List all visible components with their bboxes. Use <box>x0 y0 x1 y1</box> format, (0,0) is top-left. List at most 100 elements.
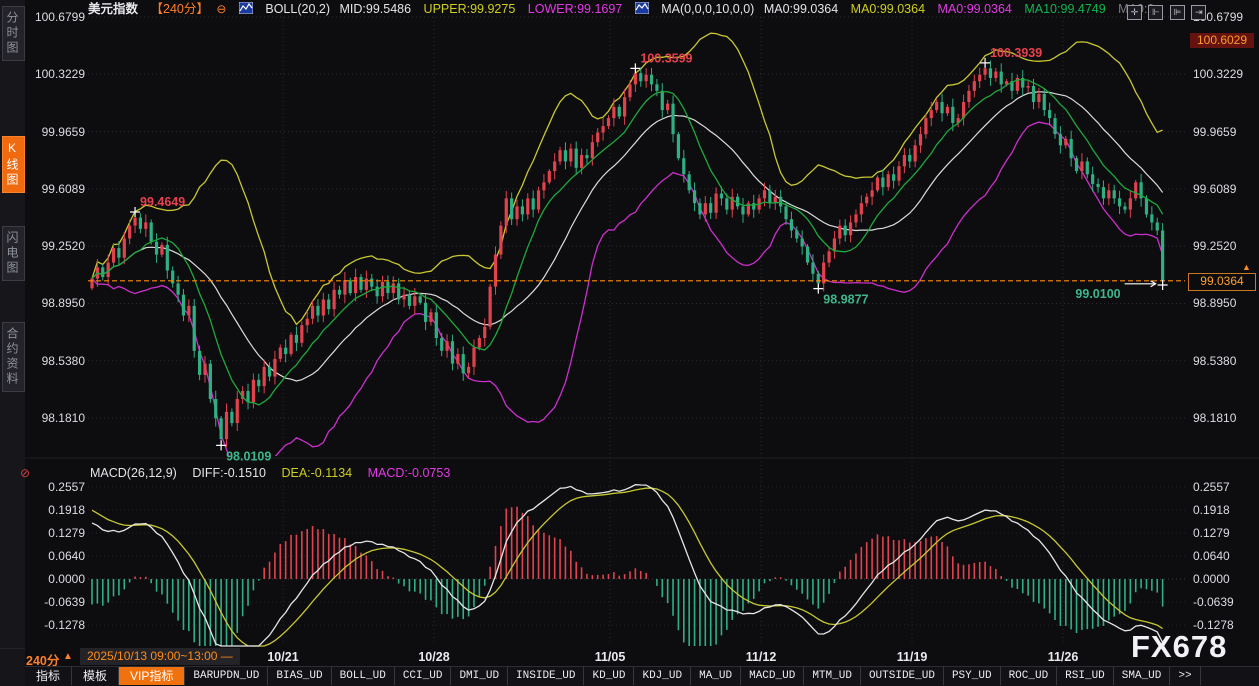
price-axis-label-right-1: 100.3229 <box>1193 67 1255 81</box>
price-axis-label-right-7: 98.1810 <box>1193 411 1255 425</box>
indicator-tab-4[interactable]: BIAS_UD <box>268 667 331 685</box>
macd-axis-label-left-3: 0.0640 <box>28 549 85 563</box>
macd-axis-label-right-5: -0.0639 <box>1193 595 1255 609</box>
macd-panel-icon[interactable]: ⊘ <box>20 466 30 480</box>
x-axis-date-4: 11/19 <box>897 650 928 664</box>
indicator-tab-17[interactable]: RSI_UD <box>1057 667 1114 685</box>
price-annotation-99.0100: 99.0100 <box>1075 287 1120 301</box>
price-annotation-99.4649: 99.4649 <box>140 195 185 209</box>
price-axis-label-left-1: 100.3229 <box>28 67 85 81</box>
macd-axis-label-left-0: 0.2557 <box>28 480 85 494</box>
macd-header: MACD(26,12,9) DIFF:-0.1510 DEA:-0.1134 M… <box>90 466 462 480</box>
period-up-arrow-icon[interactable]: ▲ <box>63 651 73 662</box>
macd-axis-label-left-6: -0.1278 <box>28 618 85 632</box>
indicator-tab-0[interactable]: 指标 <box>25 667 72 685</box>
pane-shift-icon[interactable]: ⇥ <box>1191 5 1206 20</box>
boll-indicator-icon <box>239 2 253 14</box>
indicator-tab-16[interactable]: ROC_UD <box>1001 667 1058 685</box>
collapse-icon[interactable]: ⊖ <box>216 2 226 16</box>
x-axis-date-1: 10/28 <box>418 650 449 664</box>
ma0-value-3: MA0:99.0364 <box>938 2 1012 16</box>
macd-macd-value: MACD:-0.0753 <box>368 466 451 480</box>
chart-toolbar-icons: ✛ ⊩ ⊫ ⇥ <box>1127 2 1208 20</box>
price-axis-label-right-5: 98.8950 <box>1193 296 1255 310</box>
indicator-tab-19[interactable]: >> <box>1170 667 1200 685</box>
x-axis-date-5: 11/26 <box>1048 650 1079 664</box>
left-sidebar: 分时图 K线图闪电图合约资料 <box>0 0 25 648</box>
indicator-tab-15[interactable]: PSY_UD <box>944 667 1001 685</box>
price-axis-label-left-3: 99.6089 <box>28 182 85 196</box>
price-axis-label-left-4: 99.2520 <box>28 239 85 253</box>
price-axis-label-right-4: 99.2520 <box>1193 239 1255 253</box>
date-axis-row: 240分 ▲ 2025/10/13 09:00~13:00 — 10/2110/… <box>0 648 1259 666</box>
macd-axis-label-left-5: -0.0639 <box>28 595 85 609</box>
boll-label: BOLL(20,2) <box>265 2 330 16</box>
price-axis-label-left-0: 100.6799 <box>28 10 85 24</box>
indicator-tab-bar: 指标模板VIP指标BARUPDN_UDBIAS_UDBOLL_UDCCI_UDD… <box>25 666 1259 686</box>
boll-upper-value: UPPER:99.9275 <box>424 2 516 16</box>
indicator-header: 美元指数 【240分】 ⊖ BOLL(20,2) MID:99.5486 UPP… <box>88 1 1163 17</box>
period-label: 【240分】 <box>151 2 209 16</box>
indicator-tab-6[interactable]: CCI_UD <box>395 667 452 685</box>
x-axis-date-2: 11/05 <box>595 650 626 664</box>
axis-right-icon[interactable]: ⊫ <box>1170 5 1185 20</box>
price-axis-label-right-3: 99.6089 <box>1193 182 1255 196</box>
indicator-tab-2[interactable]: VIP指标 <box>119 667 185 685</box>
macd-dea-value: DEA:-0.1134 <box>281 466 352 480</box>
price-axis-label-left-7: 98.1810 <box>28 411 85 425</box>
price-annotation-98.0109: 98.0109 <box>226 449 271 463</box>
indicator-tab-11[interactable]: MA_UD <box>691 667 741 685</box>
chart-application: 分时图 K线图闪电图合约资料 美元指数 【240分】 ⊖ BOLL(20,2) M… <box>0 0 1259 685</box>
session-high-badge: 100.6029 <box>1190 33 1254 48</box>
price-up-arrow-icon: ▲ <box>1242 262 1251 272</box>
boll-mid-value: MID:99.5486 <box>339 2 411 16</box>
ma-label: MA(0,0,0,10,0,0) <box>661 2 754 16</box>
indicator-tab-10[interactable]: KDJ_UD <box>634 667 691 685</box>
macd-axis-label-right-3: 0.0640 <box>1193 549 1255 563</box>
macd-axis-label-left-4: 0.0000 <box>28 572 85 586</box>
price-axis-label-left-6: 98.5380 <box>28 354 85 368</box>
sidebar-item-0[interactable]: 分时图 <box>2 6 25 61</box>
macd-axis-label-right-4: 0.0000 <box>1193 572 1255 586</box>
ma10-value: MA10:99.4749 <box>1024 2 1105 16</box>
macd-axis-label-right-1: 0.1918 <box>1193 503 1255 517</box>
symbol-name: 美元指数 <box>88 2 138 16</box>
price-annotation-100.3939: 100.3939 <box>990 46 1042 60</box>
session-range-box[interactable]: 2025/10/13 09:00~13:00 — <box>80 648 240 665</box>
indicator-tab-5[interactable]: BOLL_UD <box>332 667 395 685</box>
ma-indicator-icon <box>635 2 649 14</box>
price-axis-label-left-5: 98.8950 <box>28 296 85 310</box>
axis-left-icon[interactable]: ⊩ <box>1148 5 1163 20</box>
price-axis-label-right-2: 99.9659 <box>1193 125 1255 139</box>
price-annotation-98.9877: 98.9877 <box>823 293 868 307</box>
sidebar-item-2[interactable]: 闪电图 <box>2 226 25 281</box>
x-axis-date-0: 10/21 <box>267 650 298 664</box>
indicator-tab-14[interactable]: OUTSIDE_UD <box>861 667 944 685</box>
price-chart-svg[interactable]: 99.4649 98.0109 100.3599 98.9877 100.3939 99.… <box>0 0 1259 648</box>
indicator-tab-1[interactable]: 模板 <box>72 667 119 685</box>
boll-lower-value: LOWER:99.1697 <box>528 2 623 16</box>
indicator-tab-9[interactable]: KD_UD <box>584 667 634 685</box>
macd-axis-label-right-2: 0.1279 <box>1193 526 1255 540</box>
ma0-value-2: MA0:99.0364 <box>851 2 925 16</box>
indicator-tab-18[interactable]: SMA_UD <box>1114 667 1171 685</box>
watermark-logo: FX678 <box>1131 629 1227 665</box>
macd-axis-label-left-1: 0.1918 <box>28 503 85 517</box>
last-price-badge: 99.0364 <box>1188 273 1256 291</box>
indicator-tab-7[interactable]: DMI_UD <box>451 667 508 685</box>
macd-diff-value: DIFF:-0.1510 <box>192 466 266 480</box>
indicator-tab-13[interactable]: MTM_UD <box>804 667 861 685</box>
indicator-tab-3[interactable]: BARUPDN_UD <box>185 667 268 685</box>
ma0-value-1: MA0:99.0364 <box>764 2 838 16</box>
indicator-tab-12[interactable]: MACD_UD <box>741 667 804 685</box>
pan-icon[interactable]: ✛ <box>1127 5 1142 20</box>
x-axis-date-3: 11/12 <box>746 650 777 664</box>
macd-axis-label-right-0: 0.2557 <box>1193 480 1255 494</box>
indicator-tab-8[interactable]: INSIDE_UD <box>508 667 584 685</box>
price-annotation-100.3599: 100.3599 <box>640 51 692 65</box>
sidebar-item-3[interactable]: 合约资料 <box>2 322 25 392</box>
macd-axis-label-left-2: 0.1279 <box>28 526 85 540</box>
sidebar-item-1[interactable]: K线图 <box>2 136 25 193</box>
bottom-left-corner <box>0 648 25 686</box>
price-axis-label-right-6: 98.5380 <box>1193 354 1255 368</box>
